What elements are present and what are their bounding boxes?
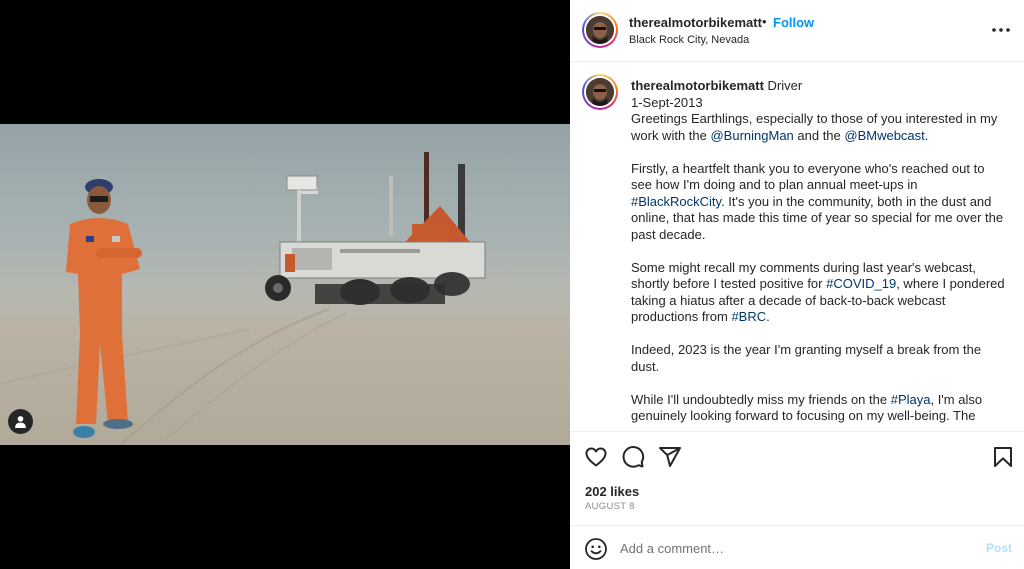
post-comment-button[interactable]: Post: [986, 541, 1012, 555]
astronaut-figure: [66, 179, 142, 438]
rover-vehicle: [265, 152, 486, 305]
hashtag-link[interactable]: #BRC: [731, 309, 766, 324]
comment-icon[interactable]: [621, 445, 645, 469]
avatar-image: [586, 78, 614, 106]
heart-icon[interactable]: [584, 445, 608, 469]
caption-paragraph-3: Some might recall my comments during las…: [631, 260, 1007, 326]
caption-text-segment: Firstly, a heartfelt thank you to everyo…: [631, 160, 985, 193]
caption-paragraph-2: Firstly, a heartfelt thank you to everyo…: [631, 161, 1007, 244]
hashtag-link[interactable]: #Playa: [891, 392, 931, 407]
post-side-panel: therealmotorbikematt • Follow Black Rock…: [570, 0, 1024, 569]
user-tag-icon: [15, 416, 26, 428]
location-link[interactable]: Black Rock City, Nevada: [629, 34, 749, 46]
hashtag-link[interactable]: #COVID_19: [826, 276, 896, 291]
post-date: AUGUST 8: [585, 501, 635, 512]
caption-text-segment: and the: [793, 127, 845, 143]
more-options-icon[interactable]: [990, 20, 1012, 40]
post-header: therealmotorbikematt • Follow Black Rock…: [570, 0, 1024, 62]
caption-role: Driver: [763, 78, 803, 93]
post-photo[interactable]: [0, 124, 570, 445]
caption-text-segment: While I'll undoubtedly miss my friends o…: [631, 391, 891, 407]
header-username[interactable]: therealmotorbikematt: [629, 15, 762, 30]
caption-paragraph-5: While I'll undoubtedly miss my friends o…: [631, 392, 1007, 425]
caption-text: therealmotorbikematt Driver 1-Sept-2013 …: [631, 78, 1007, 431]
paper-plane-icon[interactable]: [658, 445, 682, 469]
caption-paragraph-1: Greetings Earthlings, especially to thos…: [631, 111, 1007, 144]
caption-text-segment: .: [766, 309, 770, 324]
avatar-image: [586, 16, 614, 44]
media-pane: [0, 0, 570, 569]
caption-text-segment: .: [924, 127, 929, 143]
comment-input[interactable]: [620, 538, 960, 558]
action-bar: [570, 431, 1024, 481]
avatar[interactable]: [582, 12, 618, 48]
photo-illustration: [0, 152, 486, 445]
bookmark-icon[interactable]: [991, 445, 1015, 469]
comment-bar: Post: [570, 525, 1024, 569]
caption-username[interactable]: therealmotorbikematt: [631, 78, 764, 93]
follow-button[interactable]: Follow: [773, 15, 814, 30]
smiley-icon[interactable]: [584, 537, 608, 561]
caption-date-line: 1-Sept-2013: [631, 94, 703, 110]
caption-heading: therealmotorbikematt Driver: [631, 78, 1007, 95]
caption-avatar[interactable]: [582, 74, 618, 110]
mention-link[interactable]: @BMwebcast: [844, 128, 924, 143]
hashtag-link[interactable]: #BlackRockCity: [631, 194, 721, 209]
separator-dot: •: [762, 14, 767, 29]
mention-link[interactable]: @BurningMan: [710, 128, 793, 143]
likes-count[interactable]: 202 likes: [585, 484, 639, 499]
caption-paragraph-4: Indeed, 2023 is the year I'm granting my…: [631, 342, 982, 374]
tag-user-button[interactable]: [8, 409, 33, 434]
caption-area: therealmotorbikematt Driver 1-Sept-2013 …: [570, 62, 1024, 431]
